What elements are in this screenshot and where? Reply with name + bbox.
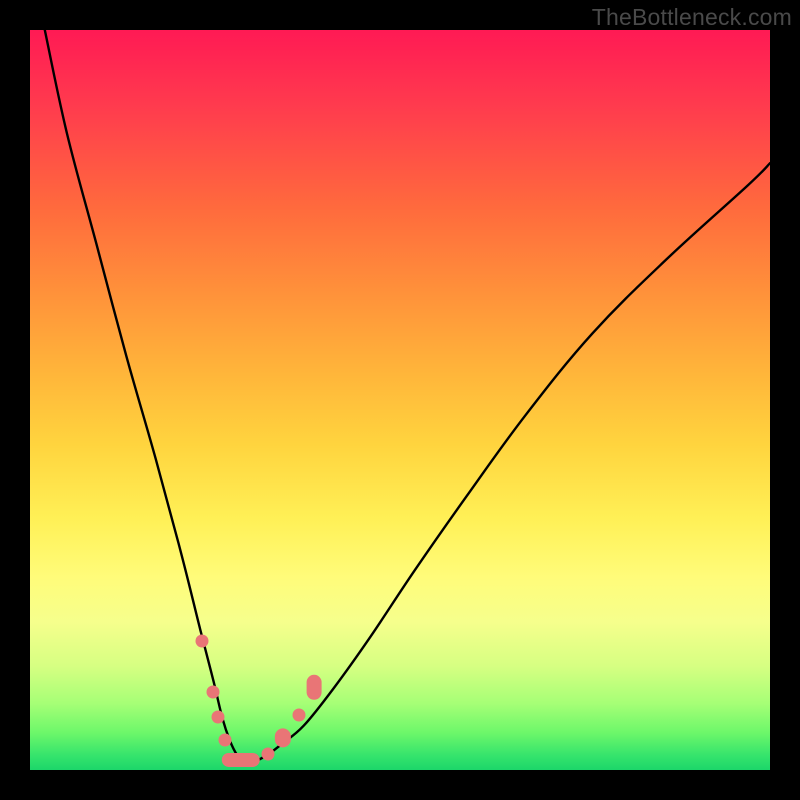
chart-frame: TheBottleneck.com — [0, 0, 800, 800]
marker-dot — [262, 747, 275, 760]
marker-dot — [293, 708, 306, 721]
marker-dot — [219, 734, 232, 747]
marker-pill — [275, 729, 291, 748]
plot-area — [30, 30, 770, 770]
watermark-text: TheBottleneck.com — [592, 4, 792, 31]
curve-svg — [30, 30, 770, 770]
bottleneck-curve — [45, 30, 770, 764]
marker-dot — [196, 634, 209, 647]
marker-dot — [211, 710, 224, 723]
marker-pill — [307, 675, 322, 699]
marker-pill — [222, 753, 260, 767]
marker-dot — [206, 686, 219, 699]
